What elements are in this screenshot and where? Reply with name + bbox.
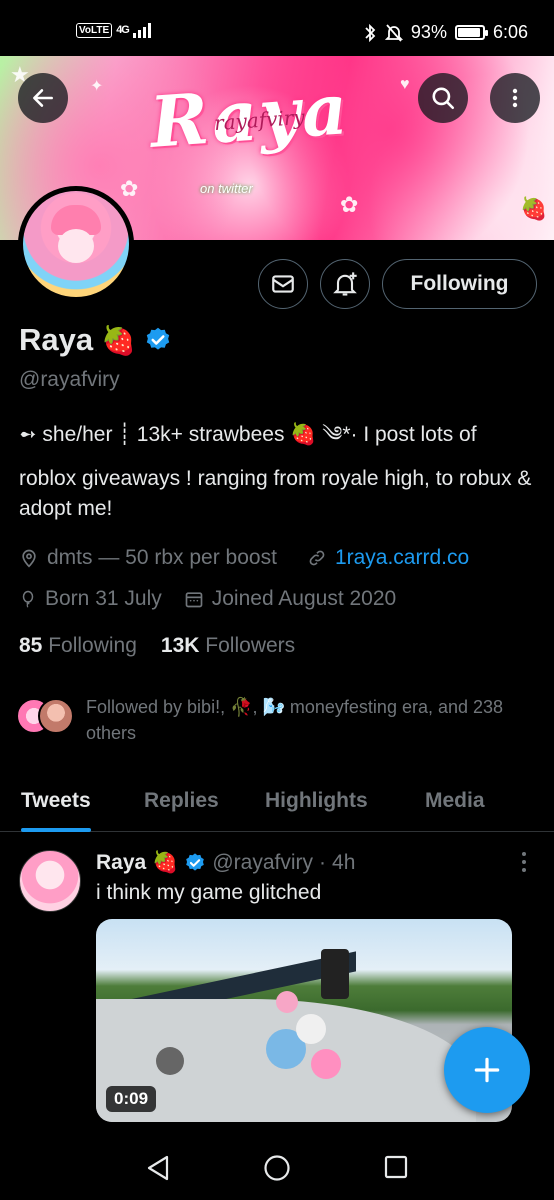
followed-by-row[interactable]: Followed by bibi!, 🥀, 🌬️ moneyfesting er… [16,692,536,746]
profile-bio: ➻ she/her ┊ 13k+ strawbees 🍓 ༄*· I post … [19,420,539,538]
avatar-image [23,191,129,297]
tab-replies[interactable]: Replies [144,770,219,832]
network-type: 4G [116,24,130,36]
bio-line: roblox giveaways ! ranging from royale h… [19,467,532,520]
calendar-icon [185,592,203,608]
birthday-item: Born 31 July [19,587,162,611]
video-duration: 0:09 [106,1086,157,1112]
network-indicators: VoLTE 4G [76,22,155,38]
mutual-avatars [16,698,74,734]
tweet-header: Raya 🍓 @rayafviry · 4h [96,851,355,875]
tweet-separator: · [319,851,327,874]
website-link[interactable]: 1raya.carrd.co [335,546,469,570]
bell-plus-icon [333,272,357,296]
tweet-text: i think my game glitched [96,881,322,904]
nav-home-button[interactable] [263,1154,291,1187]
mutual-avatar [38,698,74,734]
strawberry-decoration-icon: 🍓 [520,196,548,221]
system-nav-bar [0,1132,554,1200]
battery-percent: 93% [410,22,447,42]
display-name-row: Raya 🍓 [19,322,172,358]
plus-icon [474,1057,500,1083]
status-bar: VoLTE 4G 93% 6:06 [0,0,554,56]
battery-icon [454,25,488,40]
notifications-button[interactable] [320,259,370,309]
tab-media[interactable]: Media [425,770,485,832]
followers-label: Followers [205,634,296,657]
bio-line: ➻ she/her ┊ 13k+ strawbees 🍓 ༄*· I post … [19,423,477,446]
heart-decoration-icon: ♥ [400,76,410,93]
more-options-button[interactable] [490,73,540,123]
sparkle-decoration-icon: ✦ [90,78,104,95]
signal-icon [132,23,151,38]
profile-tabs: Tweets Replies Highlights Media [0,770,554,832]
tab-label: Tweets [21,789,91,812]
message-button[interactable] [258,259,308,309]
location-icon [22,549,36,568]
banner-tagline-art: on twitter [200,181,253,196]
balloon-icon [22,590,34,608]
followed-by-text: Followed by bibi!, 🥀, 🌬️ moneyfesting er… [86,697,504,743]
flower-decoration-icon: ✿ [120,176,139,201]
search-icon [432,87,455,110]
back-button[interactable] [18,73,68,123]
profile-handle: @rayafviry [19,368,120,391]
follow-counts: 85 Following 13K Followers [19,634,295,658]
joined-text: Joined August 2020 [211,587,397,610]
tab-label: Media [425,789,485,812]
nav-recents-button[interactable] [383,1154,409,1185]
followers-count-link[interactable]: 13K Followers [161,634,295,658]
profile-meta-row-1: dmts — 50 rbx per boost 1raya.carrd.co [19,546,469,570]
video-thumbnail-figure [311,1049,341,1079]
tab-label: Replies [144,789,219,812]
video-thumbnail-object [321,949,349,999]
profile-meta-row-2: Born 31 July Joined August 2020 [19,587,396,611]
video-thumbnail-figure [296,1014,326,1044]
verified-badge-icon[interactable] [144,326,172,354]
tweet-author-handle: @rayafviry [212,851,314,874]
nav-back-button[interactable] [145,1154,171,1187]
more-vertical-icon [522,852,526,872]
following-count: 85 [19,634,43,657]
following-label: Following [48,634,137,657]
link-icon [309,550,325,566]
bluetooth-icon [365,23,376,42]
mute-bell-icon [384,23,403,42]
search-button[interactable] [418,73,468,123]
compose-tweet-button[interactable] [444,1027,530,1113]
system-indicators: 93% 6:06 [363,22,528,43]
tweet-avatar[interactable] [19,850,81,912]
location-item: dmts — 50 rbx per boost [19,546,277,570]
display-name: Raya [19,322,94,357]
following-count-link[interactable]: 85 Following [19,634,137,658]
tweet-timestamp[interactable]: 4h [332,851,355,875]
more-vertical-icon [512,88,518,108]
location-text: dmts — 50 rbx per boost [47,546,277,569]
circle-home-icon [264,1155,290,1181]
square-recents-icon [384,1155,408,1179]
followers-count: 13K [160,634,200,657]
video-thumbnail-figure [156,1047,184,1075]
tweet-author-emoji: 🍓 [152,851,179,874]
birthday-text: Born 31 July [45,587,162,610]
following-button[interactable]: Following [382,259,537,309]
clock: 6:06 [492,22,528,42]
profile-avatar[interactable] [18,186,134,302]
video-thumbnail-figure [276,991,298,1013]
triangle-back-icon [147,1155,169,1181]
back-arrow-icon [33,89,53,107]
name-emoji: 🍓 [101,324,136,356]
tweet-more-button[interactable] [515,850,533,879]
tab-tweets[interactable]: Tweets [21,770,91,832]
tweet-author-name[interactable]: Raya [96,851,146,875]
mail-icon [272,275,294,293]
volte-badge: VoLTE [76,22,113,38]
flower-decoration-icon: ✿ [340,192,359,217]
tab-label: Highlights [265,789,368,812]
website-item[interactable]: 1raya.carrd.co [307,546,469,570]
tab-highlights[interactable]: Highlights [265,770,368,832]
joined-item: Joined August 2020 [184,587,397,611]
battery-fill [457,28,481,37]
verified-badge-icon [186,853,205,871]
